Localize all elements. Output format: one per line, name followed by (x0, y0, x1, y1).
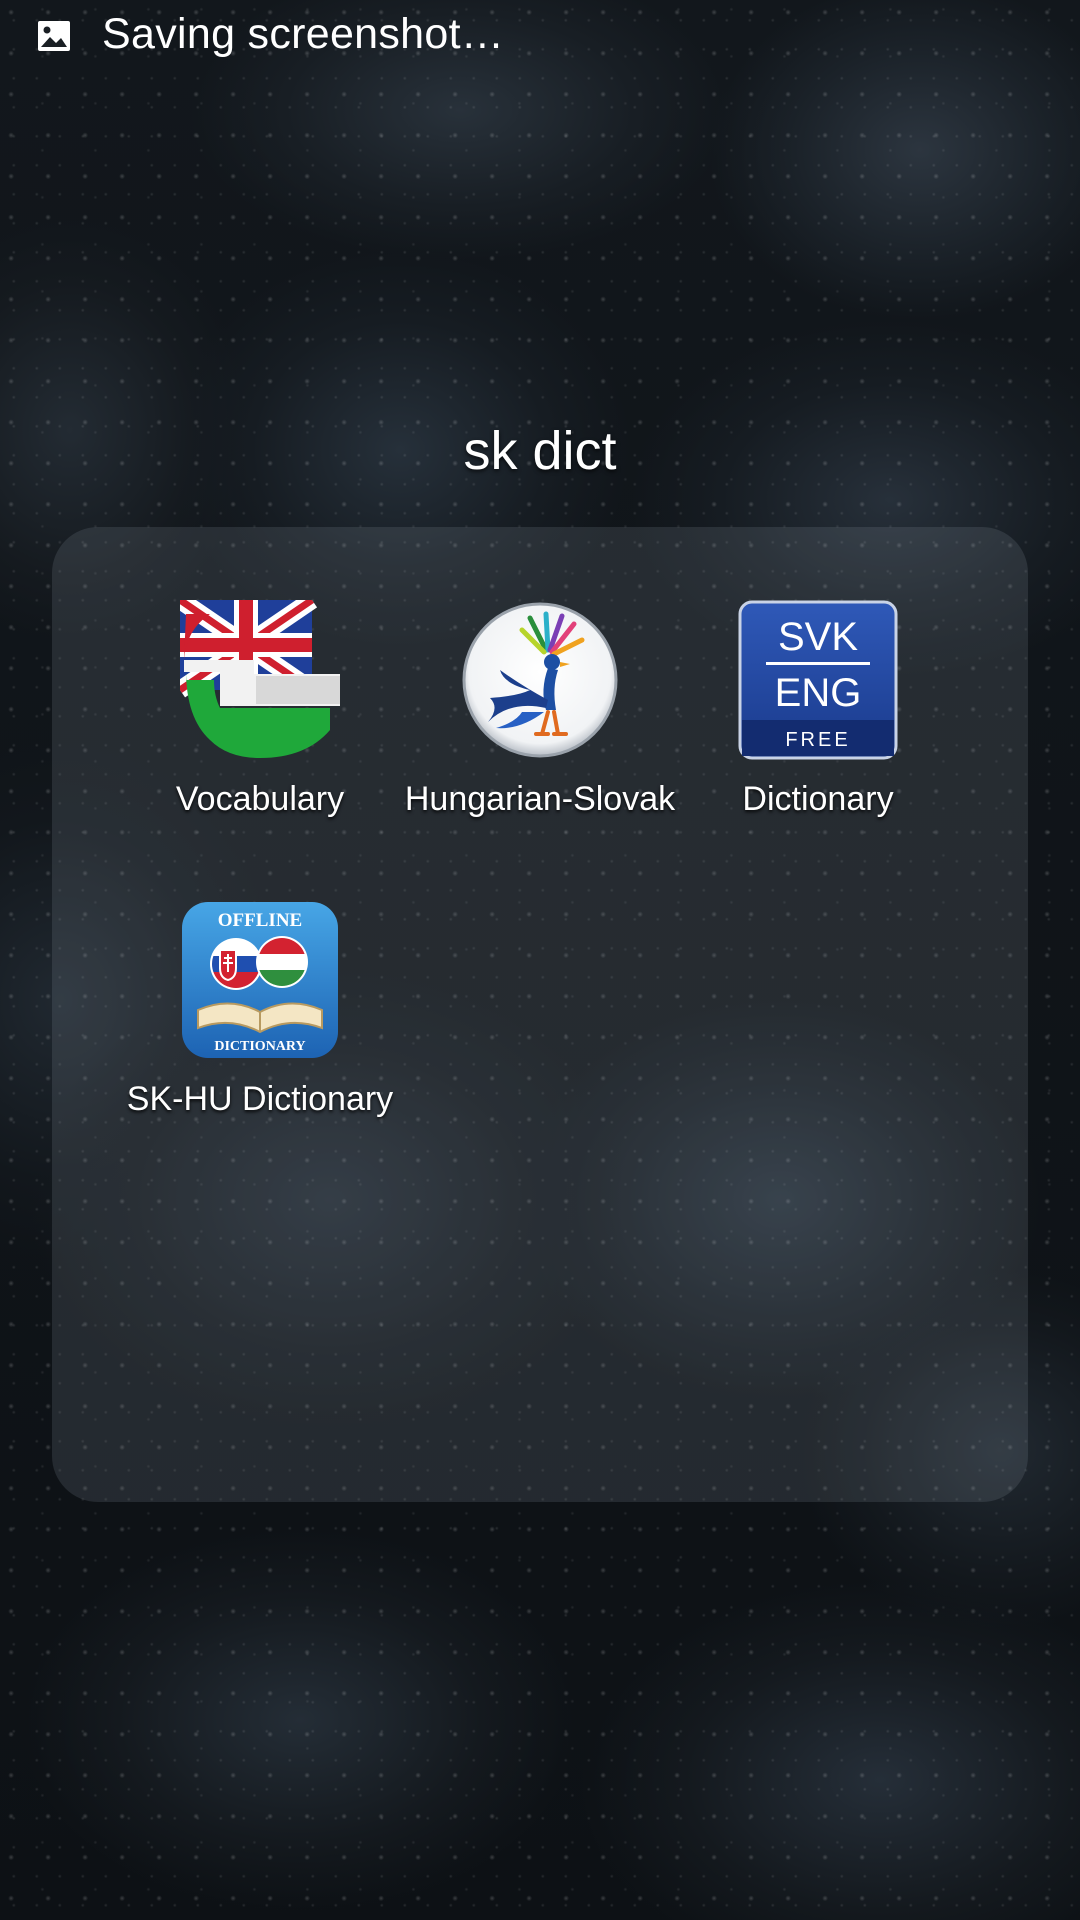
folder-title[interactable]: sk dict (0, 420, 1080, 482)
peacock-icon (462, 602, 618, 758)
offline-dictionary-icon: OFFLINE DICTIONARY (182, 902, 338, 1058)
app-label: SK-HU Dictionary (126, 1080, 394, 1118)
app-label: Dictionary (742, 780, 894, 818)
icon-text-svk: SVK (778, 615, 858, 659)
icon-text-free: FREE (785, 729, 850, 751)
icon-text-offline: OFFLINE (218, 910, 302, 931)
icon-text-dictionary: DICTIONARY (214, 1039, 305, 1054)
svk-eng-free-icon: SVK ENG FREE (738, 600, 898, 760)
uk-hungary-g-icon (180, 600, 340, 758)
status-notification-text: Saving screenshot… (102, 10, 505, 58)
status-bar: Saving screenshot… (0, 0, 1080, 72)
image-icon (38, 21, 70, 51)
icon-text-eng: ENG (775, 671, 862, 715)
